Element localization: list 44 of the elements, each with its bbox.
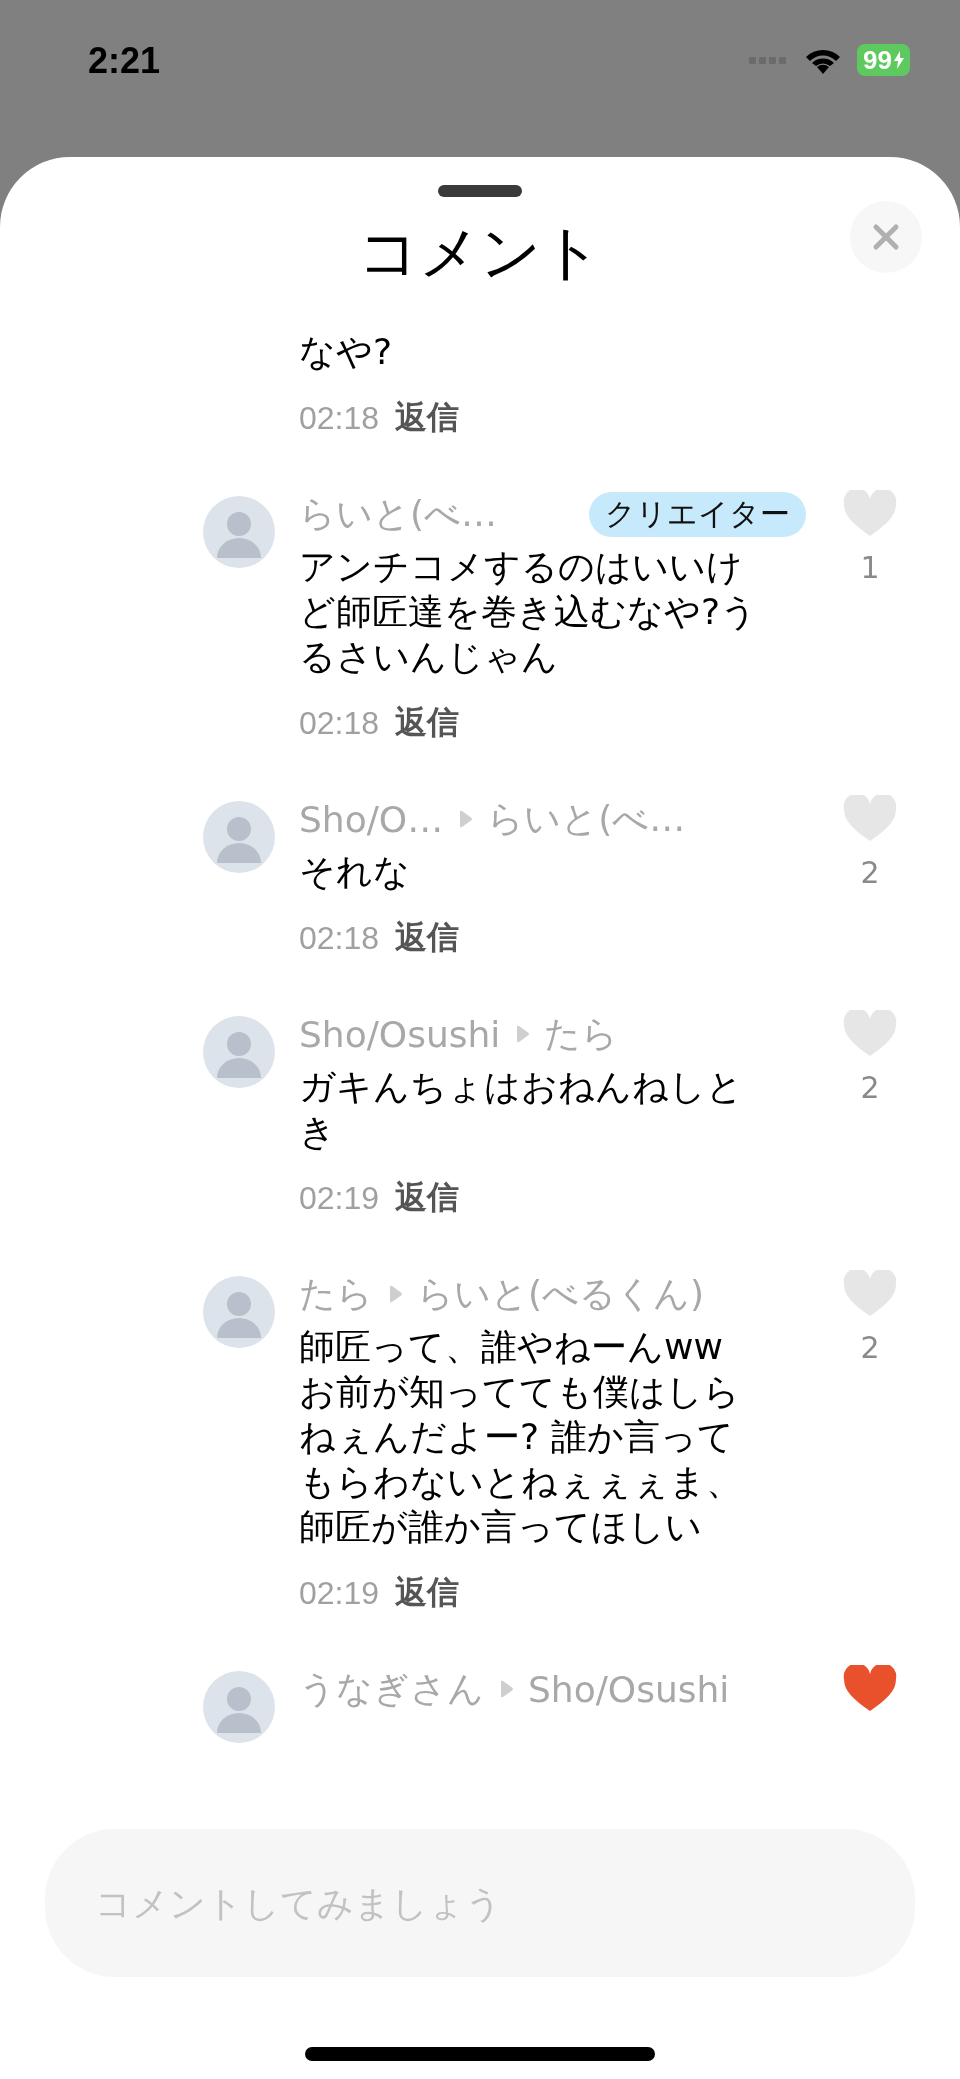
comment-time: 02:18: [299, 399, 380, 437]
reply-target-name[interactable]: らいと(べ…: [487, 794, 686, 844]
comment-text: ガキんちょはおねんねしとき: [299, 1065, 744, 1154]
like-count: 1: [860, 550, 880, 585]
reply-target-name[interactable]: らいと(べるくん): [417, 1269, 705, 1319]
battery-indicator: 99: [857, 44, 910, 76]
avatar-placeholder[interactable]: [203, 1016, 275, 1088]
comment-author[interactable]: らいと(べ…: [299, 489, 498, 539]
comment-author[interactable]: Sho/O…: [299, 798, 444, 840]
comment-author[interactable]: Sho/Osushi: [299, 1013, 501, 1055]
avatar-placeholder[interactable]: [203, 801, 275, 873]
comment-author[interactable]: たら: [299, 1269, 373, 1319]
comment-time: 02:19: [299, 1179, 380, 1217]
creator-badge: クリエイター: [589, 491, 806, 537]
comment-text: 師匠って、誰やねーんwwお前が知ってても僕はしらねぇんだよー? 誰か言ってもらわないとねぇぇぇま、師匠が誰か言ってほしい: [299, 1325, 743, 1549]
reply-button[interactable]: 返信: [395, 396, 460, 440]
status-time: 2:21: [88, 39, 161, 83]
reply-button[interactable]: 返信: [395, 701, 460, 745]
drag-handle[interactable]: [438, 185, 522, 197]
avatar-placeholder[interactable]: [203, 1671, 275, 1743]
reply-arrow-icon: [387, 1284, 403, 1304]
avatar-placeholder[interactable]: [203, 496, 275, 568]
comment-time: 02:18: [299, 919, 380, 957]
like-count: 2: [860, 1330, 880, 1365]
avatar-placeholder[interactable]: [203, 1276, 275, 1348]
comment-time: 02:19: [299, 1574, 380, 1612]
close-icon: [871, 222, 901, 252]
comment-text: それな: [299, 850, 411, 894]
reply-target-name[interactable]: たら: [544, 1009, 619, 1059]
sheet-title: コメント: [358, 216, 602, 289]
reply-arrow-icon: [514, 1024, 531, 1044]
reply-arrow-icon: [498, 1679, 514, 1699]
comment-time: 02:18: [299, 704, 380, 742]
like-count: 2: [860, 855, 880, 890]
reply-target-name[interactable]: Sho/Osushi: [528, 1668, 730, 1710]
reply-button[interactable]: 返信: [395, 1571, 460, 1615]
comment-text: アンチコメするのはいいけど師匠達を巻き込むなや?うるさいんじゃん: [299, 545, 759, 679]
reply-button[interactable]: 返信: [395, 1176, 460, 1220]
like-count: 2: [860, 1070, 880, 1105]
heart-icon[interactable]: [843, 1665, 897, 1713]
reply-arrow-icon: [457, 809, 474, 829]
comment-author[interactable]: うなぎさん: [299, 1664, 484, 1714]
reply-button[interactable]: 返信: [395, 916, 460, 960]
comment-text: なや?: [299, 330, 394, 374]
